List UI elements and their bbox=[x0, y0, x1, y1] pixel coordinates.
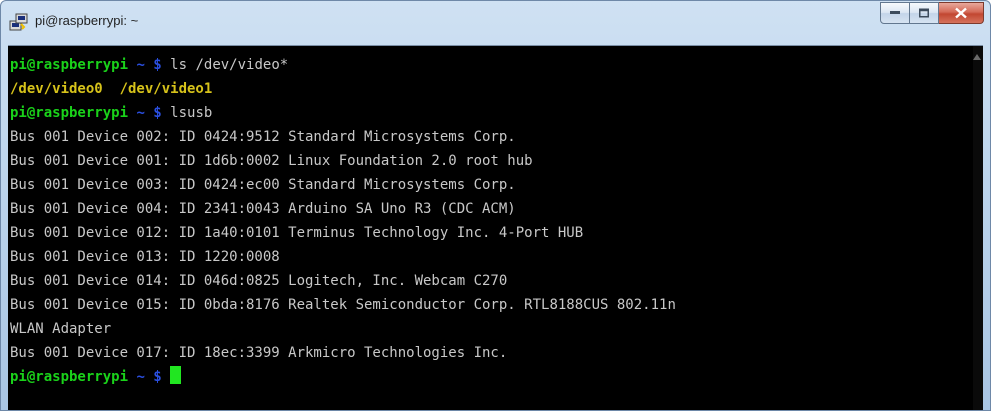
terminal-output[interactable]: pi@raspberrypi ~ $ ls /dev/video*/dev/vi… bbox=[8, 53, 973, 410]
output-line: Bus 001 Device 014: ID 046d:0825 Logitec… bbox=[10, 273, 508, 289]
minimize-button[interactable] bbox=[880, 2, 910, 24]
directory-entry: /dev/video0 bbox=[10, 81, 103, 97]
prompt-path: ~ $ bbox=[128, 105, 171, 121]
prompt-user: pi@raspberrypi bbox=[10, 57, 129, 73]
minimize-icon bbox=[890, 11, 900, 14]
prompt-path: ~ $ bbox=[128, 57, 171, 73]
terminal-area[interactable]: pi@raspberrypi ~ $ ls /dev/video*/dev/vi… bbox=[8, 45, 983, 410]
command-text: lsusb bbox=[170, 105, 213, 121]
output-line: /dev/video0 /dev/video1 bbox=[8, 77, 973, 101]
window-controls bbox=[880, 2, 984, 24]
prompt-user: pi@raspberrypi bbox=[10, 105, 129, 121]
window-title: pi@raspberrypi: ~ bbox=[35, 13, 139, 28]
maximize-button[interactable] bbox=[910, 2, 939, 24]
text-cursor bbox=[170, 366, 182, 384]
terminal-window: pi@raspberrypi: ~ pi@raspberrypi ~ $ ls … bbox=[0, 0, 991, 411]
prompt-path: ~ $ bbox=[128, 369, 171, 385]
directory-entry: /dev/video1 bbox=[119, 81, 213, 97]
command-text: ls /dev/video* bbox=[170, 57, 289, 73]
prompt-user: pi@raspberrypi bbox=[10, 369, 129, 385]
output-line: WLAN Adapter bbox=[10, 321, 112, 337]
output-line: Bus 001 Device 003: ID 0424:ec00 Standar… bbox=[10, 177, 516, 193]
output-line: Bus 001 Device 002: ID 0424:9512 Standar… bbox=[10, 129, 516, 145]
putty-icon bbox=[9, 13, 28, 31]
prompt-line: pi@raspberrypi ~ $ bbox=[8, 365, 973, 389]
close-icon bbox=[955, 7, 967, 19]
title-bar[interactable]: pi@raspberrypi: ~ bbox=[1, 1, 990, 43]
scrollbar[interactable] bbox=[973, 46, 983, 410]
output-line: Bus 001 Device 001: ID 1d6b:0002 Linux F… bbox=[10, 153, 533, 169]
maximize-icon bbox=[919, 8, 929, 18]
output-line: Bus 001 Device 013: ID 1220:0008 bbox=[10, 249, 280, 265]
output-line: Bus 001 Device 012: ID 1a40:0101 Terminu… bbox=[10, 225, 584, 241]
scroll-up-icon[interactable] bbox=[973, 54, 981, 60]
output-line: Bus 001 Device 017: ID 18ec:3399 Arkmicr… bbox=[10, 345, 508, 361]
prompt-line: pi@raspberrypi ~ $ lsusb bbox=[8, 101, 973, 125]
prompt-line: pi@raspberrypi ~ $ ls /dev/video* bbox=[8, 53, 973, 77]
output-line: Bus 001 Device 015: ID 0bda:8176 Realtek… bbox=[10, 297, 676, 313]
output-line: Bus 001 Device 004: ID 2341:0043 Arduino… bbox=[10, 201, 516, 217]
close-button[interactable] bbox=[939, 2, 984, 24]
